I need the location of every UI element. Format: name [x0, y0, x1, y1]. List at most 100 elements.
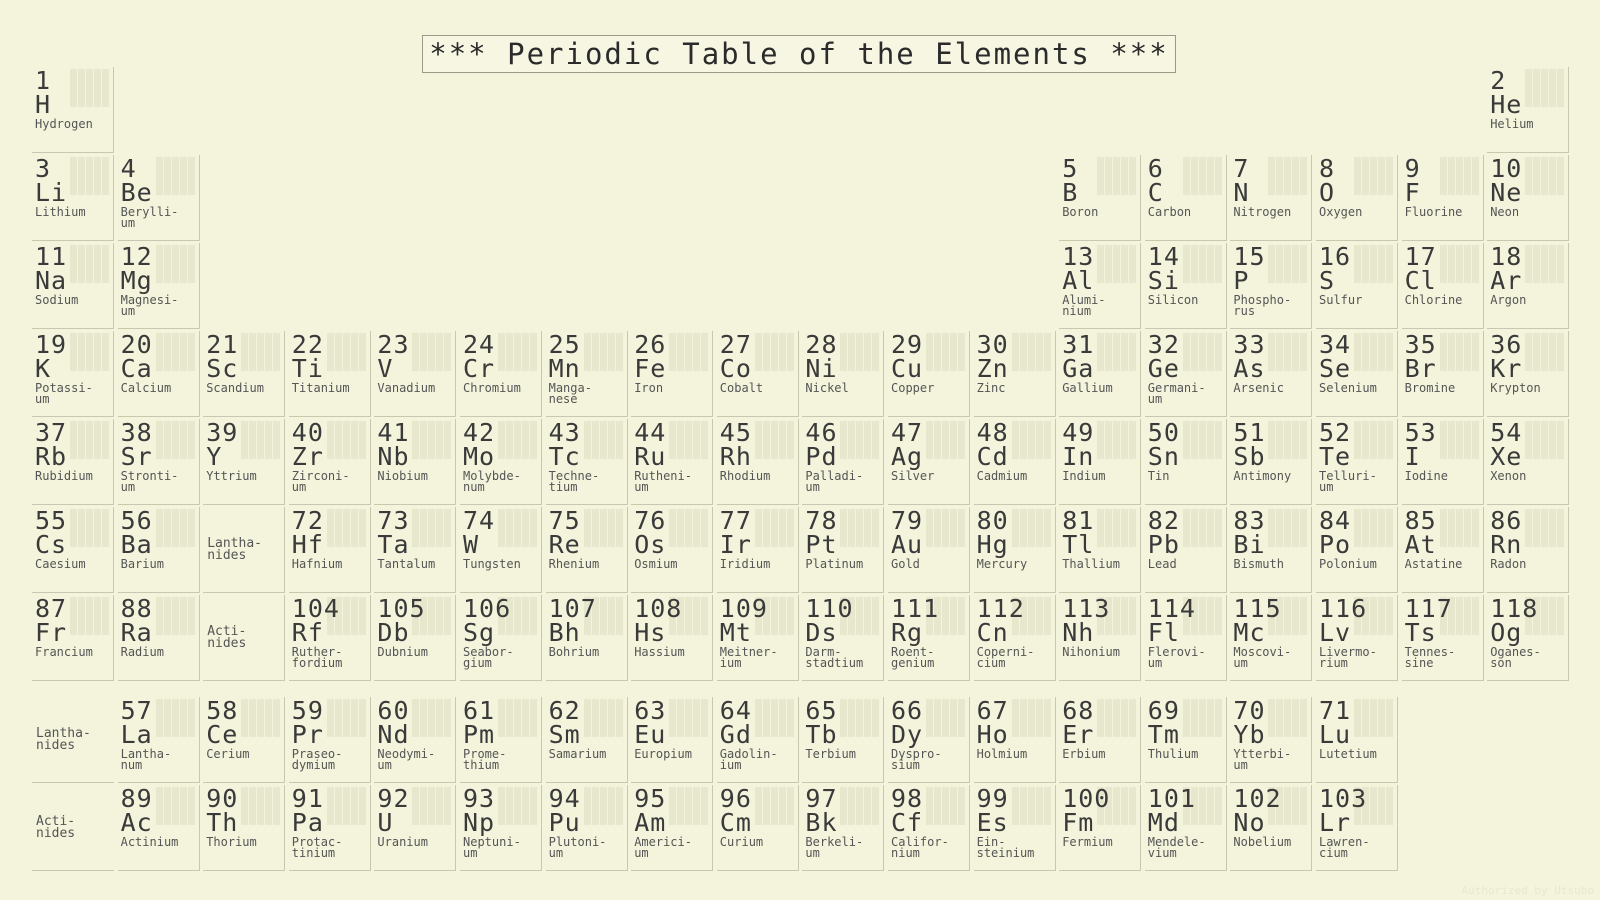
element-cell-sc[interactable]: 21 Sc Scandium [203, 331, 286, 417]
element-cell-i[interactable]: 53 I Iodine [1401, 419, 1484, 505]
element-cell-rf[interactable]: 104 Rf Ruther- fordium [288, 595, 371, 681]
element-cell-np[interactable]: 93 Np Neptuni- um [460, 785, 542, 871]
element-cell-dy[interactable]: 66 Dy Dyspro- sium [888, 697, 970, 783]
element-cell-eu[interactable]: 63 Eu Europium [631, 697, 714, 783]
element-cell-tl[interactable]: 81 Tl Thallium [1059, 507, 1142, 593]
element-cell-pb[interactable]: 82 Pb Lead [1144, 507, 1227, 593]
element-cell-hs[interactable]: 108 Hs Hassium [631, 595, 714, 681]
element-cell-ge[interactable]: 32 Ge Germani- um [1144, 331, 1227, 417]
element-cell-zn[interactable]: 30 Zn Zinc [973, 331, 1056, 417]
element-cell-cm[interactable]: 96 Cm Curium [716, 785, 799, 871]
element-cell-rb[interactable]: 37 Rb Rubidium [32, 419, 114, 505]
element-cell-gd[interactable]: 64 Gd Gadolin- ium [716, 697, 799, 783]
element-cell-ba[interactable]: 56 Ba Barium [117, 507, 200, 593]
element-cell-nd[interactable]: 60 Nd Neodymi- um [374, 697, 457, 783]
element-cell-pa[interactable]: 91 Pa Protac- tinium [288, 785, 371, 871]
element-cell-w[interactable]: 74 W Tungsten [460, 507, 542, 593]
element-cell-p[interactable]: 15 P Phospho- rus [1230, 243, 1313, 329]
element-cell-ru[interactable]: 44 Ru Rutheni- um [631, 419, 714, 505]
element-cell-s[interactable]: 16 S Sulfur [1316, 243, 1398, 329]
element-cell-v[interactable]: 23 V Vanadium [374, 331, 457, 417]
element-cell-se[interactable]: 34 Se Selenium [1316, 331, 1398, 417]
element-cell-tb[interactable]: 65 Tb Terbium [802, 697, 885, 783]
element-cell-cu[interactable]: 29 Cu Copper [888, 331, 970, 417]
element-cell-k[interactable]: 19 K Potassi- um [32, 331, 114, 417]
element-cell-f[interactable]: 9 F Fluorine [1401, 155, 1484, 241]
element-cell-fr[interactable]: 87 Fr Francium [32, 595, 114, 681]
element-cell-ag[interactable]: 47 Ag Silver [888, 419, 970, 505]
element-cell-si[interactable]: 14 Si Silicon [1144, 243, 1227, 329]
element-cell-ra[interactable]: 88 Ra Radium [117, 595, 200, 681]
element-cell-cf[interactable]: 98 Cf Califor- nium [888, 785, 970, 871]
element-cell-yb[interactable]: 70 Yb Ytterbi- um [1230, 697, 1313, 783]
element-cell-rn[interactable]: 86 Rn Radon [1487, 507, 1570, 593]
element-cell-lr[interactable]: 103 Lr Lawren- cium [1316, 785, 1398, 871]
element-cell-cd[interactable]: 48 Cd Cadmium [973, 419, 1056, 505]
element-cell-cr[interactable]: 24 Cr Chromium [460, 331, 542, 417]
element-cell-os[interactable]: 76 Os Osmium [631, 507, 714, 593]
element-cell-rg[interactable]: 111 Rg Roent- genium [888, 595, 970, 681]
element-cell-mo[interactable]: 42 Mo Molybde- num [460, 419, 542, 505]
element-cell-co[interactable]: 27 Co Cobalt [716, 331, 799, 417]
element-cell-o[interactable]: 8 O Oxygen [1316, 155, 1398, 241]
element-cell-ti[interactable]: 22 Ti Titanium [288, 331, 371, 417]
element-cell-ts[interactable]: 117 Ts Tennes- sine [1401, 595, 1484, 681]
element-cell-in[interactable]: 49 In Indium [1059, 419, 1142, 505]
element-cell-pd[interactable]: 46 Pd Palladi- um [802, 419, 885, 505]
element-cell-ir[interactable]: 77 Ir Iridium [716, 507, 799, 593]
element-cell-br[interactable]: 35 Br Bromine [1401, 331, 1484, 417]
element-cell-mn[interactable]: 25 Mn Manga- nese [545, 331, 628, 417]
element-cell-am[interactable]: 95 Am Americi- um [631, 785, 714, 871]
element-cell-as[interactable]: 33 As Arsenic [1230, 331, 1313, 417]
element-cell-ce[interactable]: 58 Ce Cerium [203, 697, 286, 783]
element-cell-mc[interactable]: 115 Mc Moscovi- um [1230, 595, 1313, 681]
element-cell-au[interactable]: 79 Au Gold [888, 507, 970, 593]
element-cell-al[interactable]: 13 Al Alumi- nium [1059, 243, 1142, 329]
element-cell-sn[interactable]: 50 Sn Tin [1144, 419, 1227, 505]
element-cell-c[interactable]: 6 C Carbon [1144, 155, 1227, 241]
element-cell-ac[interactable]: 89 Ac Actinium [117, 785, 200, 871]
element-cell-er[interactable]: 68 Er Erbium [1059, 697, 1142, 783]
element-cell-th[interactable]: 90 Th Thorium [203, 785, 286, 871]
element-cell-be[interactable]: 4 Be Berylli- um [117, 155, 200, 241]
element-cell-nb[interactable]: 41 Nb Niobium [374, 419, 457, 505]
element-cell-xe[interactable]: 54 Xe Xenon [1487, 419, 1570, 505]
element-cell-la[interactable]: 57 La Lantha- num [117, 697, 200, 783]
element-cell-sr[interactable]: 38 Sr Stronti- um [117, 419, 200, 505]
element-cell-sm[interactable]: 62 Sm Samarium [545, 697, 628, 783]
element-cell-bk[interactable]: 97 Bk Berkeli- um [802, 785, 885, 871]
element-cell-mg[interactable]: 12 Mg Magnesi- um [117, 243, 200, 329]
element-cell-db[interactable]: 105 Db Dubnium [374, 595, 457, 681]
element-cell-bh[interactable]: 107 Bh Bohrium [545, 595, 628, 681]
element-cell-b[interactable]: 5 B Boron [1059, 155, 1142, 241]
element-cell-u[interactable]: 92 U Uranium [374, 785, 457, 871]
element-cell-re[interactable]: 75 Re Rhenium [545, 507, 628, 593]
element-cell-fl[interactable]: 114 Fl Flerovi- um [1144, 595, 1227, 681]
element-cell-ne[interactable]: 10 Ne Neon [1487, 155, 1570, 241]
element-cell-cl[interactable]: 17 Cl Chlorine [1401, 243, 1484, 329]
element-cell-na[interactable]: 11 Na Sodium [32, 243, 114, 329]
element-cell-sg[interactable]: 106 Sg Seabor- gium [460, 595, 542, 681]
element-cell-og[interactable]: 118 Og Oganes- son [1487, 595, 1570, 681]
element-cell-ca[interactable]: 20 Ca Calcium [117, 331, 200, 417]
element-cell-y[interactable]: 39 Y Yttrium [203, 419, 286, 505]
element-cell-fm[interactable]: 100 Fm Fermium [1059, 785, 1142, 871]
element-cell-ta[interactable]: 73 Ta Tantalum [374, 507, 457, 593]
element-cell-li[interactable]: 3 Li Lithium [32, 155, 114, 241]
element-cell-ds[interactable]: 110 Ds Darm- stadtium [802, 595, 885, 681]
element-cell-at[interactable]: 85 At Astatine [1401, 507, 1484, 593]
element-cell-pm[interactable]: 61 Pm Prome- thium [460, 697, 542, 783]
element-cell-md[interactable]: 101 Md Mendele- vium [1144, 785, 1227, 871]
element-cell-cn[interactable]: 112 Cn Coperni- cium [973, 595, 1056, 681]
element-cell-hf[interactable]: 72 Hf Hafnium [288, 507, 371, 593]
element-cell-hg[interactable]: 80 Hg Mercury [973, 507, 1056, 593]
element-cell-nh[interactable]: 113 Nh Nihonium [1059, 595, 1142, 681]
element-cell-sb[interactable]: 51 Sb Antimony [1230, 419, 1313, 505]
element-cell-rh[interactable]: 45 Rh Rhodium [716, 419, 799, 505]
element-cell-ni[interactable]: 28 Ni Nickel [802, 331, 885, 417]
element-cell-lv[interactable]: 116 Lv Livermo- rium [1316, 595, 1398, 681]
element-cell-pu[interactable]: 94 Pu Plutoni- um [545, 785, 628, 871]
element-cell-ar[interactable]: 18 Ar Argon [1487, 243, 1570, 329]
element-cell-es[interactable]: 99 Es Ein- steinium [973, 785, 1056, 871]
element-cell-ho[interactable]: 67 Ho Holmium [973, 697, 1056, 783]
